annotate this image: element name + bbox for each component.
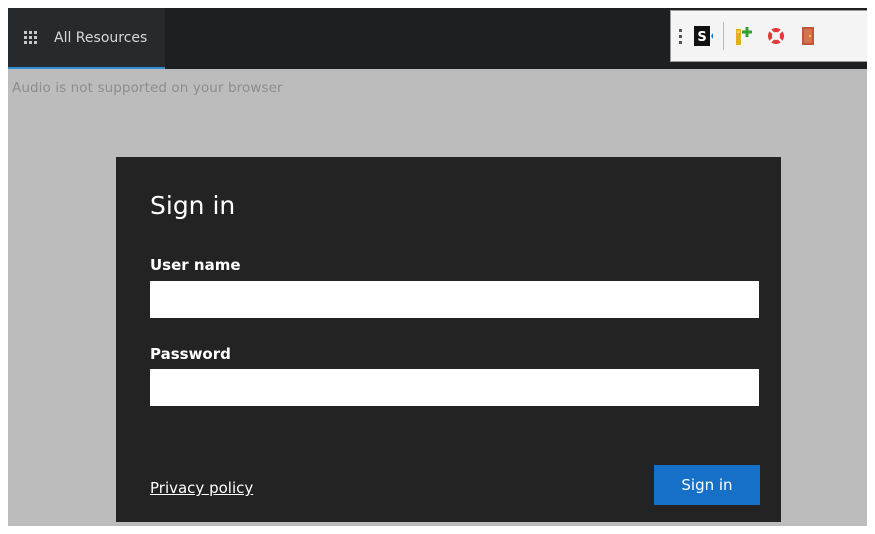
disconnect-button[interactable]: [796, 24, 820, 48]
svg-text:S: S: [697, 30, 706, 45]
all-resources-button[interactable]: All Resources: [8, 8, 165, 69]
toolbar-grip-icon[interactable]: [679, 22, 685, 50]
all-resources-label: All Resources: [54, 29, 148, 46]
app-grid-icon: [24, 30, 40, 45]
toolbar-separator: [723, 22, 724, 50]
signin-title: Sign in: [150, 191, 236, 220]
signin-card: Sign in User name Password Privacy polic…: [116, 157, 781, 522]
session-toolbar: S: [670, 10, 867, 62]
password-label: Password: [150, 345, 231, 363]
keyboard-icon: [736, 27, 752, 45]
sign-in-button[interactable]: Sign in: [654, 465, 760, 505]
app-screen: All Resources S Audio is not supported o…: [8, 8, 867, 526]
switch-app-button[interactable]: S: [691, 24, 715, 48]
disconnect-icon: [802, 27, 814, 45]
audio-unsupported-message: Audio is not supported on your browser: [12, 80, 283, 96]
privacy-policy-link[interactable]: Privacy policy: [150, 479, 253, 497]
help-button[interactable]: [764, 24, 788, 48]
username-field[interactable]: [150, 281, 759, 318]
top-bar: All Resources S: [8, 8, 867, 69]
help-icon: [768, 28, 784, 44]
keyboard-button[interactable]: [732, 24, 756, 48]
username-label: User name: [150, 256, 241, 274]
password-field[interactable]: [150, 369, 759, 406]
switch-app-icon: S: [694, 26, 713, 46]
